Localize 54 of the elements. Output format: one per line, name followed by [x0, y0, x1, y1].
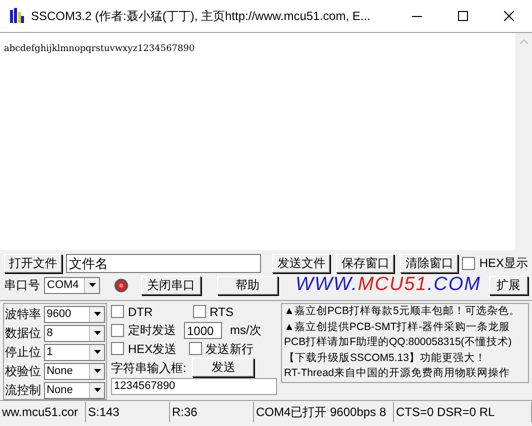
checkbox[interactable]	[111, 324, 124, 336]
window-title: SSCOM3.2 (作者:聂小猛(丁丁), 主页http://www.mcu51.com, E...	[31, 8, 370, 25]
setting-label: 波特率	[5, 306, 42, 323]
ad-text[interactable]: 【下载升级版SSCOM5.13】功能更强大！	[284, 350, 526, 366]
checkbox[interactable]	[462, 256, 476, 270]
ad-text[interactable]: ▲嘉立创PCB打样每款5元顺丰包邮！可选杂色。	[284, 304, 526, 320]
toolbar-button[interactable]: 保存窗口	[336, 254, 394, 272]
checkbox-label: 定时发送	[128, 322, 176, 339]
website-logo: WWW.MCU51.COM	[296, 272, 481, 297]
dropdown[interactable]: COM4	[44, 276, 100, 294]
expand-button[interactable]: 扩展	[488, 276, 528, 294]
checkbox[interactable]	[192, 305, 206, 318]
interval-field[interactable]: 1000	[184, 322, 222, 338]
checkbox-label: HEX发送	[128, 340, 177, 358]
checkbox[interactable]	[188, 342, 202, 355]
received-text: abcdefghijklmnopqrstuvwxyz1234567890	[4, 44, 195, 54]
setting-label: 校验位	[5, 363, 42, 380]
status-field: ww.mcu51.cor	[0, 402, 86, 422]
status-field: CTS=0 DSR=0 RL	[394, 402, 532, 422]
status-field: R:36	[170, 402, 254, 422]
setting-label: 停止位	[5, 344, 42, 361]
send-button[interactable]: 发送	[192, 358, 254, 377]
checkbox-label: DTR	[128, 304, 153, 320]
dropdown[interactable]: None	[44, 362, 105, 380]
port-label: 串口号	[4, 277, 40, 294]
toolbar-button[interactable]: 发送文件	[272, 254, 330, 272]
checkbox[interactable]	[111, 305, 124, 318]
dropdown[interactable]: None	[44, 382, 105, 398]
file-name-field[interactable]: 文件名	[66, 254, 261, 272]
status-field: S:143	[86, 402, 170, 422]
toolbar-button[interactable]: 清除窗口	[400, 254, 458, 272]
ad-text[interactable]: RT-Thread来自中国的开源免费商用物联网操作	[284, 366, 526, 382]
close-port-button[interactable]: 关闭串口	[140, 276, 202, 294]
send-input-field[interactable]: 1234567890	[111, 378, 277, 395]
dropdown[interactable]: 1	[44, 344, 105, 360]
setting-label: 流控制	[5, 382, 42, 399]
checkbox[interactable]	[111, 342, 124, 355]
checkbox-label: RTS	[210, 304, 234, 320]
ad-text[interactable]: ▲嘉立创提供PCB-SMT打样-器件采购一条龙服	[284, 320, 526, 336]
checkbox-label: HEX显示	[479, 255, 528, 272]
dropdown[interactable]: 8	[44, 324, 105, 342]
dropdown[interactable]: 9600	[44, 306, 105, 322]
app-icon	[9, 8, 25, 24]
close-icon	[504, 11, 514, 21]
interval-unit: ms/次	[230, 322, 262, 339]
input-label: 字符串输入框:	[111, 360, 186, 376]
checkbox-label: 发送新行	[206, 340, 254, 358]
status-field: COM4已打开 9600bps 8	[254, 402, 394, 422]
maximize-icon	[458, 11, 468, 21]
help-button[interactable]: 帮助	[217, 276, 278, 294]
open-file-button[interactable]: 打开文件	[4, 254, 62, 272]
receive-area[interactable]: abcdefghijklmnopqrstuvwxyz1234567890	[0, 33, 515, 250]
ad-text[interactable]: PCB打样请加F助理的QQ:800058315(不懂技术)	[284, 335, 526, 351]
setting-label: 数据位	[5, 325, 42, 342]
